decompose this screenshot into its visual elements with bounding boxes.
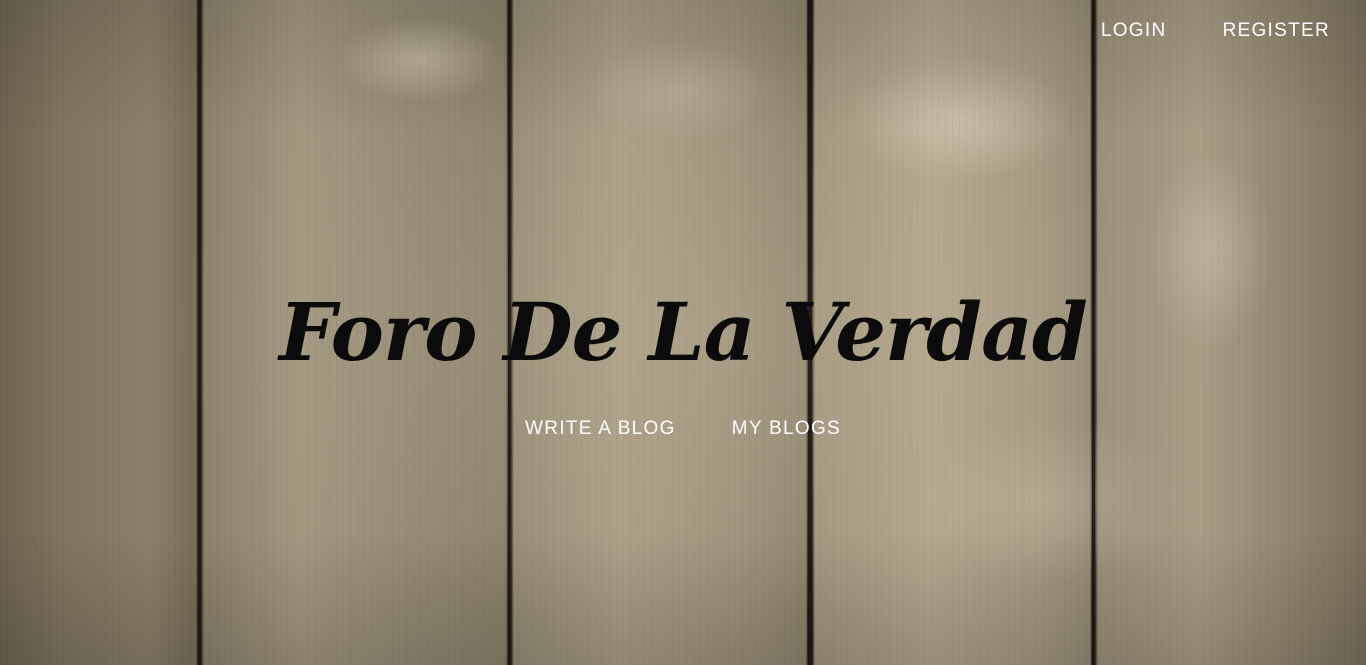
my-blogs-link[interactable]: MY BLOGS [732, 418, 841, 440]
register-link[interactable]: REGISTER [1222, 20, 1330, 42]
login-link[interactable]: LOGIN [1101, 20, 1167, 42]
hero-background: LOGIN REGISTER Foro De La Verdad WRITE A… [0, 0, 1366, 665]
top-nav: LOGIN REGISTER [1101, 20, 1330, 42]
main-nav: WRITE A BLOG MY BLOGS [0, 418, 1366, 440]
site-title: Foro De La Verdad [279, 284, 1088, 379]
write-blog-link[interactable]: WRITE A BLOG [525, 418, 676, 440]
